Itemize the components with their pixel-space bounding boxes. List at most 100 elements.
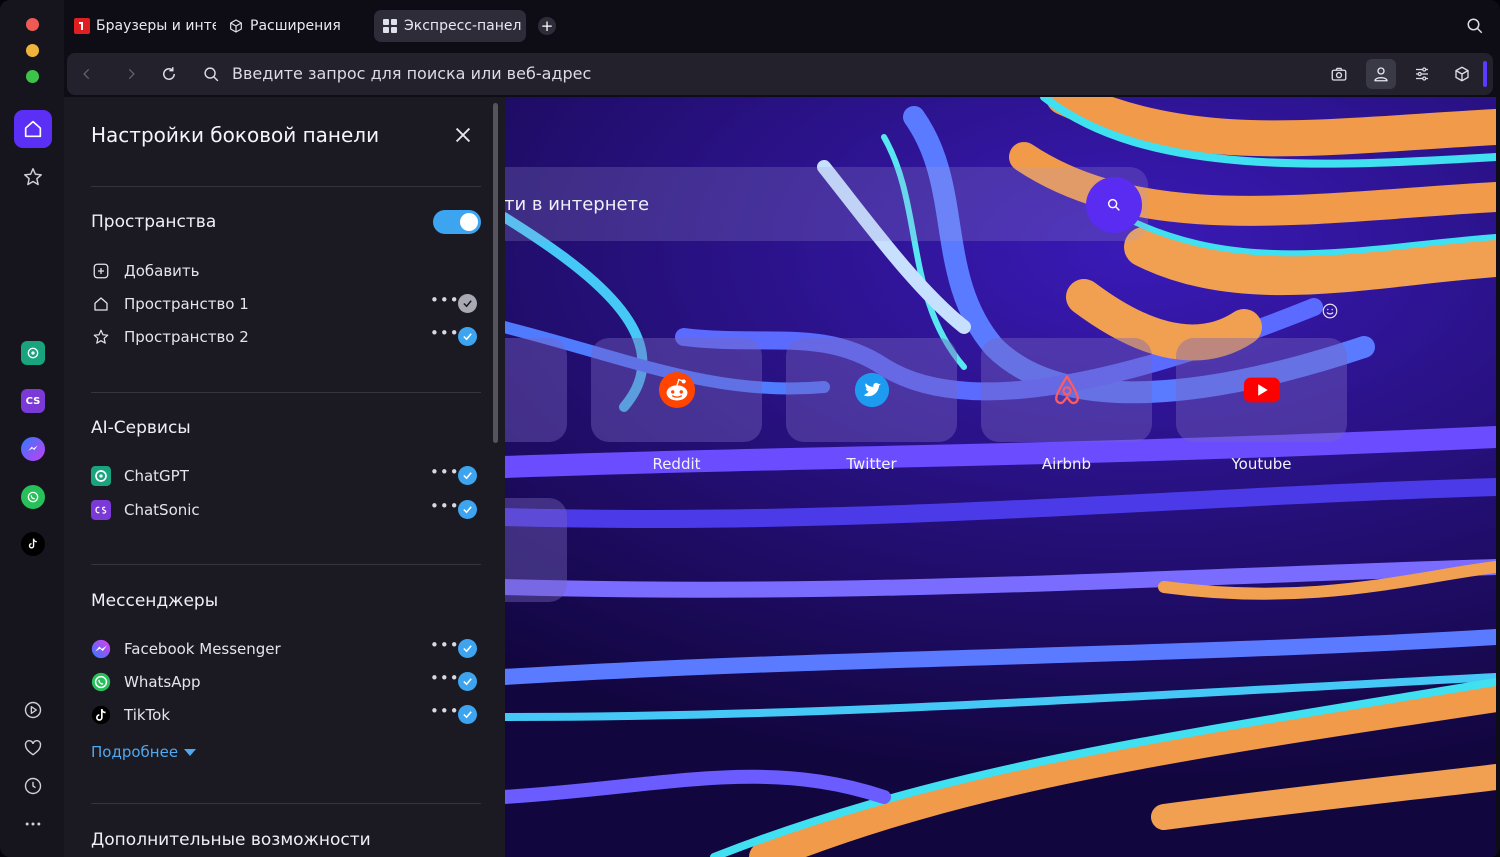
section-title-ai: AI-Сервисы xyxy=(91,418,191,438)
web-search-box[interactable]: ти в интернете xyxy=(434,167,1148,241)
tiktok-icon xyxy=(91,705,111,725)
tiktok-icon xyxy=(28,538,37,549)
divider xyxy=(91,392,481,393)
sidebar-chatsonic-button[interactable]: CS xyxy=(21,389,45,413)
sidebar-tiktok-button[interactable] xyxy=(21,532,45,556)
search-icon xyxy=(1107,198,1120,211)
reload-icon xyxy=(163,67,175,80)
emoji-button[interactable] xyxy=(1321,302,1339,324)
new-tab-button[interactable]: + xyxy=(538,17,556,35)
back-button[interactable] xyxy=(77,64,97,84)
panel-close-button[interactable] xyxy=(452,124,474,146)
address-bar: Введите запрос для поиска или веб-адрес xyxy=(67,53,1493,95)
speed-dial-label-reddit: Reddit xyxy=(652,455,701,473)
chatsonic-checkbox[interactable] xyxy=(458,500,477,519)
reload-button[interactable] xyxy=(159,64,179,84)
snapshot-button[interactable] xyxy=(1324,59,1354,89)
more-dots-icon xyxy=(25,822,41,826)
speed-dial-tile-reddit[interactable] xyxy=(591,338,762,442)
tab-browsers[interactable]: Браузеры и инте xyxy=(74,10,216,42)
sidebar-space-2-button[interactable] xyxy=(14,158,52,196)
opera-logo-icon xyxy=(74,18,90,34)
speed-dial-tile-youtube[interactable] xyxy=(1176,338,1347,442)
more-messengers-link[interactable]: Подробнее xyxy=(91,743,197,761)
search-icon xyxy=(1467,18,1483,34)
more-options-button[interactable]: ••• xyxy=(430,636,460,654)
sidebar-more-button[interactable] xyxy=(22,813,44,835)
service-label: ChatSonic xyxy=(124,501,200,519)
messenger-checkbox[interactable] xyxy=(458,639,477,658)
tab-speed-dial[interactable]: Экспресс-панел xyxy=(374,10,526,42)
divider xyxy=(91,186,481,187)
tab-bar: Браузеры и инте Расширения Экспресс-пане… xyxy=(64,0,1500,52)
sidebar-favorites-button[interactable] xyxy=(22,737,44,759)
whatsapp-checkbox[interactable] xyxy=(458,672,477,691)
star-icon xyxy=(24,168,42,186)
more-options-button[interactable]: ••• xyxy=(430,702,460,720)
web-search-input[interactable]: ти в интернете xyxy=(504,194,649,215)
more-options-button[interactable]: ••• xyxy=(430,497,460,515)
sidebar-chatgpt-button[interactable] xyxy=(21,341,45,365)
sidebar-player-button[interactable] xyxy=(22,699,44,721)
check-icon xyxy=(463,333,472,341)
camera-icon xyxy=(1331,67,1347,81)
sidebar-space-1-button[interactable] xyxy=(14,110,52,148)
speed-dial-label-airbnb: Airbnb xyxy=(1041,455,1092,473)
more-options-button[interactable]: ••• xyxy=(430,324,460,342)
space-label: Пространство 1 xyxy=(124,295,249,313)
more-options-button[interactable]: ••• xyxy=(430,669,460,687)
whatsapp-icon xyxy=(91,672,111,692)
list-item-tiktok: TikTok ••• xyxy=(91,702,481,728)
more-options-button[interactable]: ••• xyxy=(430,291,460,309)
spaces-toggle[interactable] xyxy=(433,210,481,234)
check-icon xyxy=(463,472,472,480)
check-icon xyxy=(463,645,472,653)
web-search-button[interactable] xyxy=(1086,177,1142,233)
forward-button[interactable] xyxy=(121,64,141,84)
service-label: WhatsApp xyxy=(124,673,201,691)
chatgpt-checkbox[interactable] xyxy=(458,466,477,485)
service-label: TikTok xyxy=(124,706,171,724)
chatsonic-icon xyxy=(91,500,111,520)
minimize-window-button[interactable] xyxy=(26,44,39,57)
chatsonic-icon: CS xyxy=(25,395,41,407)
easy-setup-button[interactable] xyxy=(1407,59,1437,89)
more-options-button[interactable]: ••• xyxy=(430,463,460,481)
sidebar-history-button[interactable] xyxy=(22,775,44,797)
tab-search-button[interactable] xyxy=(1466,17,1484,39)
cube-icon xyxy=(1455,66,1469,82)
reddit-icon xyxy=(658,371,695,409)
space-1-checkbox[interactable] xyxy=(458,294,477,313)
panel-scrollbar[interactable] xyxy=(493,103,498,443)
divider xyxy=(91,564,481,565)
add-space-button[interactable]: Добавить xyxy=(91,258,481,284)
section-title-spaces: Пространства xyxy=(91,212,217,232)
space-2-checkbox[interactable] xyxy=(458,327,477,346)
close-window-button[interactable] xyxy=(26,18,39,31)
speed-dial-tile-airbnb[interactable] xyxy=(981,338,1152,442)
address-input[interactable]: Введите запрос для поиска или веб-адрес xyxy=(232,64,591,83)
twitter-icon xyxy=(854,372,889,408)
sidebar-whatsapp-button[interactable] xyxy=(21,485,45,509)
speed-dial-tile-twitter[interactable] xyxy=(786,338,957,442)
section-title-messengers: Мессенджеры xyxy=(91,591,219,611)
service-label: ChatGPT xyxy=(124,467,189,485)
sidebar-messenger-button[interactable] xyxy=(21,437,45,461)
more-link-label: Подробнее xyxy=(91,743,179,761)
smile-icon xyxy=(1322,303,1338,319)
chatgpt-icon xyxy=(91,466,111,486)
extensions-button[interactable] xyxy=(1447,59,1477,89)
list-item-chatgpt: ChatGPT ••• xyxy=(91,463,481,489)
home-icon xyxy=(24,120,42,138)
tab-extensions[interactable]: Расширения xyxy=(228,10,358,42)
address-search-icon-wrap xyxy=(201,64,221,84)
search-icon xyxy=(203,66,218,81)
tiktok-checkbox[interactable] xyxy=(458,705,477,724)
plus-icon: + xyxy=(540,17,554,35)
maximize-window-button[interactable] xyxy=(26,70,39,83)
messenger-icon xyxy=(28,445,38,451)
youtube-icon xyxy=(1243,377,1280,403)
section-title-extra: Дополнительные возможности xyxy=(91,830,371,850)
grid-icon xyxy=(382,18,398,34)
profile-button[interactable] xyxy=(1366,59,1396,89)
